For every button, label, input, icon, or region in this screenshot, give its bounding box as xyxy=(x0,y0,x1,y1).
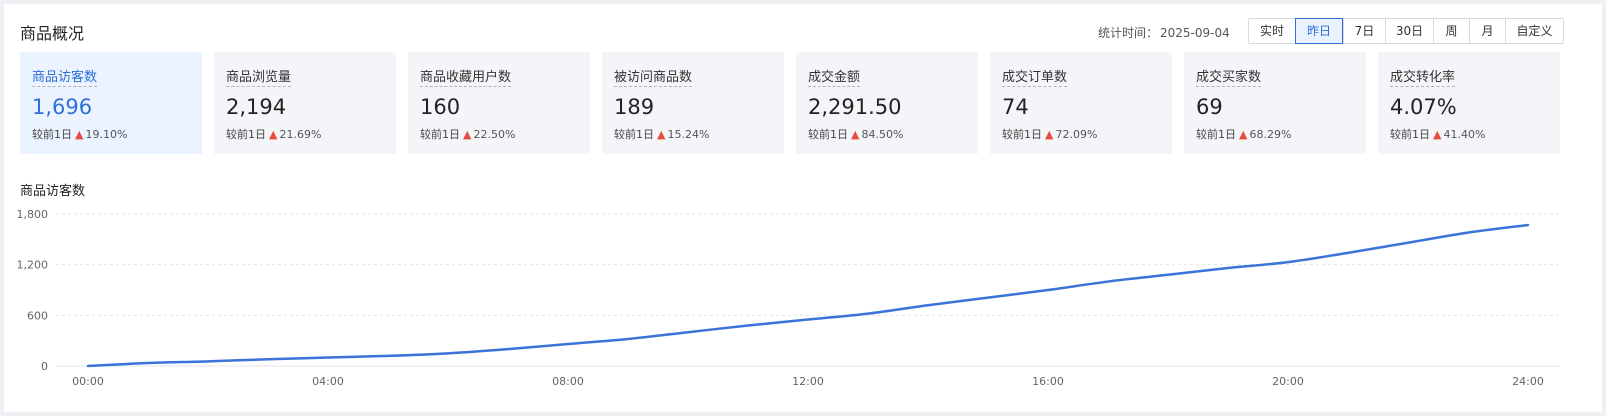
stat-time-label: 统计时间： xyxy=(1098,26,1159,40)
change-percent: 15.24% xyxy=(667,128,710,141)
metric-value: 74 xyxy=(1002,95,1029,119)
tab-7day[interactable]: 7日 xyxy=(1343,19,1385,43)
overview-panel: 商品概况 统计时间： 2025-09-04 实时 昨日 7日 30日 周 月 自定… xyxy=(4,4,1602,412)
compare-label: 较前1日 xyxy=(808,128,848,141)
change-percent: 68.29% xyxy=(1249,128,1292,141)
y-tick-label: 600 xyxy=(27,309,48,322)
metric-card-visited-products[interactable]: 被访问商品数 189 较前1日 ▲ 15.24% xyxy=(602,52,784,154)
x-tick-label: 00:00 xyxy=(72,375,104,388)
tab-month[interactable]: 月 xyxy=(1469,19,1505,43)
metric-label: 被访问商品数 xyxy=(614,66,693,87)
compare-label: 较前1日 xyxy=(614,128,654,141)
tab-custom[interactable]: 自定义 xyxy=(1505,19,1563,43)
metric-value: 2,194 xyxy=(226,95,287,119)
metric-label: 成交转化率 xyxy=(1390,66,1456,87)
series-line[interactable] xyxy=(86,223,1530,368)
y-tick-label: 0 xyxy=(41,360,48,373)
x-tick-label: 12:00 xyxy=(792,375,824,388)
metric-compare: 较前1日 ▲ 41.40% xyxy=(1390,126,1560,142)
metric-label: 商品访客数 xyxy=(32,66,98,87)
metric-card-pageviews[interactable]: 商品浏览量 2,194 较前1日 ▲ 21.69% xyxy=(214,52,396,154)
y-tick-label: 1,800 xyxy=(17,208,49,221)
metric-compare: 较前1日 ▲ 19.10% xyxy=(32,126,202,142)
x-tick-label: 04:00 xyxy=(312,375,344,388)
change-percent: 19.10% xyxy=(85,128,128,141)
metric-label: 成交订单数 xyxy=(1002,66,1068,87)
metric-card-visitors[interactable]: 商品访客数 1,696 较前1日 ▲ 19.10% xyxy=(20,52,202,154)
metric-compare: 较前1日 ▲ 68.29% xyxy=(1196,126,1366,142)
metric-compare: 较前1日 ▲ 22.50% xyxy=(420,126,590,142)
metric-value: 69 xyxy=(1196,95,1223,119)
change-percent: 84.50% xyxy=(861,128,904,141)
x-tick-label: 08:00 xyxy=(552,375,584,388)
arrow-up-icon: ▲ xyxy=(463,128,472,141)
metric-card-conversion[interactable]: 成交转化率 4.07% 较前1日 ▲ 41.40% xyxy=(1378,52,1560,154)
chart-title: 商品访客数 xyxy=(20,184,86,199)
metric-value: 1,696 xyxy=(32,95,93,119)
y-tick-label: 1,200 xyxy=(17,259,49,272)
arrow-up-icon: ▲ xyxy=(1433,128,1442,141)
compare-label: 较前1日 xyxy=(1390,128,1430,141)
arrow-up-icon: ▲ xyxy=(657,128,666,141)
metric-label: 商品浏览量 xyxy=(226,66,292,87)
tab-realtime[interactable]: 实时 xyxy=(1249,19,1295,43)
compare-label: 较前1日 xyxy=(226,128,266,141)
compare-label: 较前1日 xyxy=(32,128,72,141)
arrow-up-icon: ▲ xyxy=(269,128,278,141)
compare-label: 较前1日 xyxy=(420,128,460,141)
arrow-up-icon: ▲ xyxy=(75,128,84,141)
change-percent: 72.09% xyxy=(1055,128,1098,141)
change-percent: 41.40% xyxy=(1443,128,1486,141)
metric-compare: 较前1日 ▲ 84.50% xyxy=(808,126,978,142)
arrow-up-icon: ▲ xyxy=(851,128,860,141)
metric-compare: 较前1日 ▲ 72.09% xyxy=(1002,126,1172,142)
metric-card-favorites[interactable]: 商品收藏用户数 160 较前1日 ▲ 22.50% xyxy=(408,52,590,154)
metric-compare: 较前1日 ▲ 21.69% xyxy=(226,126,396,142)
metric-card-orders[interactable]: 成交订单数 74 较前1日 ▲ 72.09% xyxy=(990,52,1172,154)
tab-week[interactable]: 周 xyxy=(1433,19,1469,43)
metric-value: 160 xyxy=(420,95,461,119)
metric-value: 4.07% xyxy=(1390,95,1457,119)
tab-yesterday[interactable]: 昨日 xyxy=(1295,18,1343,44)
arrow-up-icon: ▲ xyxy=(1239,128,1248,141)
tab-30day[interactable]: 30日 xyxy=(1385,19,1433,43)
x-tick-label: 24:00 xyxy=(1512,375,1544,388)
x-tick-label: 16:00 xyxy=(1032,375,1064,388)
metric-label: 成交金额 xyxy=(808,66,861,87)
metric-card-gmv[interactable]: 成交金额 2,291.50 较前1日 ▲ 84.50% xyxy=(796,52,978,154)
time-range-tabs: 实时 昨日 7日 30日 周 月 自定义 xyxy=(1248,18,1564,44)
compare-label: 较前1日 xyxy=(1196,128,1236,141)
arrow-up-icon: ▲ xyxy=(1045,128,1054,141)
change-percent: 22.50% xyxy=(473,128,516,141)
metric-value: 189 xyxy=(614,95,655,119)
x-tick-label: 20:00 xyxy=(1272,375,1304,388)
metric-card-buyers[interactable]: 成交买家数 69 较前1日 ▲ 68.29% xyxy=(1184,52,1366,154)
metric-label: 成交买家数 xyxy=(1196,66,1262,87)
visitors-line-chart[interactable]: 1,800 1,200 600 0 00:00 04:00 08:00 12:00 16:00… xyxy=(4,199,1602,399)
stat-time: 统计时间： 2025-09-04 xyxy=(1098,24,1230,41)
compare-label: 较前1日 xyxy=(1002,128,1042,141)
stat-time-value: 2025-09-04 xyxy=(1160,26,1230,40)
metric-value: 2,291.50 xyxy=(808,95,902,119)
change-percent: 21.69% xyxy=(279,128,322,141)
page-title: 商品概况 xyxy=(20,24,85,43)
metric-label: 商品收藏用户数 xyxy=(420,66,512,87)
metric-compare: 较前1日 ▲ 15.24% xyxy=(614,126,784,142)
